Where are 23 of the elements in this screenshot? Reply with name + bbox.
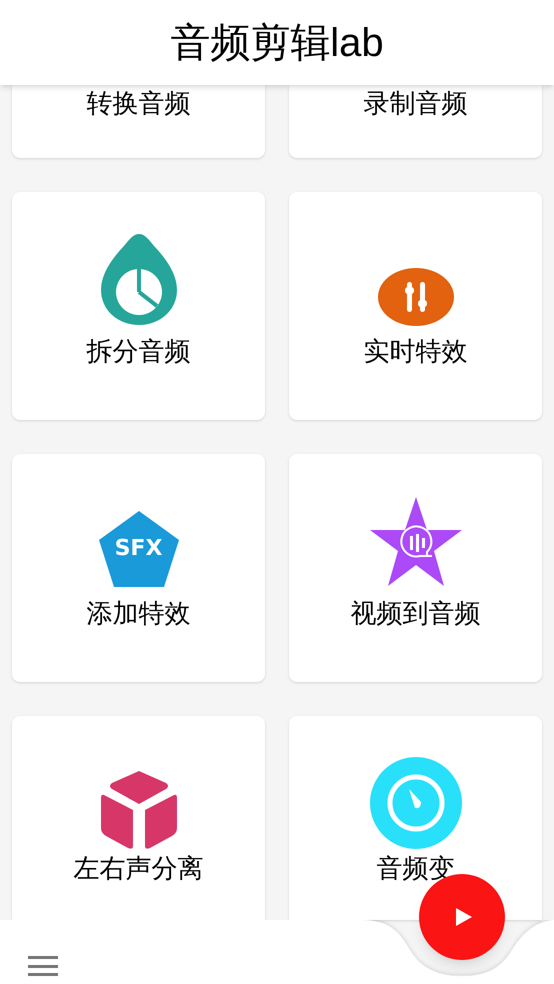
- card-label: 拆分音频: [86, 336, 190, 366]
- feature-card[interactable]: 录制音频: [289, 85, 542, 158]
- star-waveform-icon: [368, 496, 462, 588]
- card-label: 实时特效: [364, 336, 468, 366]
- feature-card[interactable]: 左右声分离: [12, 716, 265, 920]
- card-label: 视频到音频: [350, 598, 480, 628]
- sliders-icon: [378, 268, 454, 326]
- gauge-icon: [368, 756, 462, 850]
- sfx-text: SFX: [114, 538, 164, 560]
- menu-button[interactable]: [28, 956, 58, 976]
- pie-chart-drop-icon: [98, 232, 178, 326]
- feature-card[interactable]: 实时特效: [289, 192, 542, 420]
- feature-card[interactable]: SFX 添加特效: [12, 454, 265, 682]
- feature-card[interactable]: 拆分音频: [12, 192, 265, 420]
- card-label: 左右声分离: [74, 853, 204, 883]
- play-icon: [456, 908, 472, 926]
- card-label: 添加特效: [86, 598, 190, 628]
- card-label: 录制音频: [364, 87, 468, 120]
- cube-icon: [100, 770, 178, 850]
- app-title: 音频剪辑lab: [170, 22, 384, 62]
- card-label: 转换音频: [86, 87, 190, 120]
- feature-card[interactable]: 视频到音频: [289, 454, 542, 682]
- feature-card[interactable]: 转换音频: [12, 85, 265, 158]
